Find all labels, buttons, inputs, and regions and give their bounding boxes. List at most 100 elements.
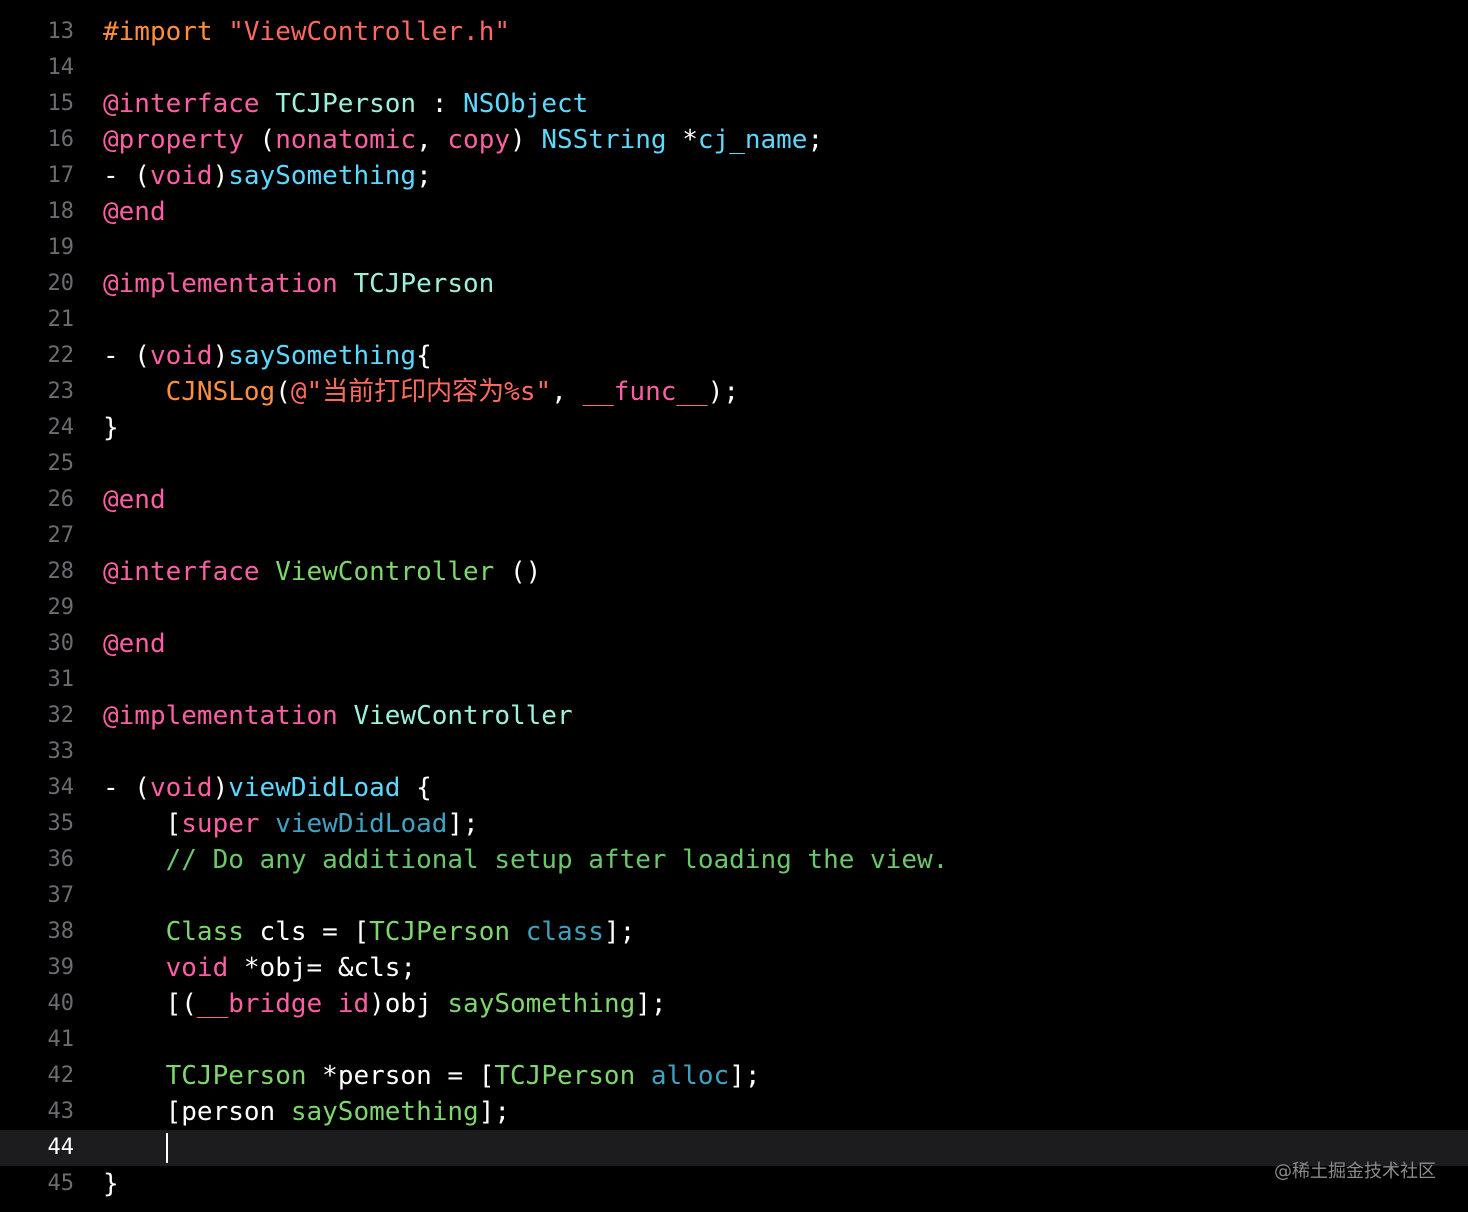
code-token: {	[416, 341, 432, 371]
code-token: );	[707, 377, 739, 407]
code-line[interactable]: 33	[0, 734, 1468, 770]
code-token: CJNSLog	[165, 377, 276, 407]
code-line[interactable]: 28 @interface ViewController ()	[0, 554, 1468, 590]
code-token: ];	[603, 917, 636, 947]
code-token: TCJPerson	[165, 1061, 307, 1091]
code-line[interactable]: 44	[0, 1130, 1468, 1166]
code-token: ViewController	[275, 557, 495, 587]
code-line[interactable]: 35 [super viewDidLoad];	[0, 806, 1468, 842]
code-line[interactable]: 45}	[0, 1166, 1468, 1202]
line-number: 39	[47, 955, 75, 980]
code-token: TCJPerson	[369, 917, 511, 947]
line-number: 15	[47, 91, 75, 116]
code-token: void	[165, 953, 229, 983]
line-number: 18	[47, 199, 75, 224]
code-token: #import	[103, 17, 229, 47]
code-line[interactable]: 26 @end	[0, 482, 1468, 518]
code-token: void	[149, 161, 213, 191]
watermark: @稀土掘金技术社区	[1274, 1161, 1436, 1182]
line-number: 21	[47, 307, 75, 332]
code-token: copy	[447, 125, 511, 155]
code-line[interactable]: 22 - (void)saySomething{	[0, 338, 1468, 374]
code-line[interactable]: 14	[0, 50, 1468, 86]
code-text[interactable]: @interface ViewController ()	[103, 554, 541, 590]
code-token: cls = [	[243, 917, 370, 947]
code-line[interactable]: 40 [(__bridge id)obj saySomething];	[0, 986, 1468, 1022]
code-line[interactable]: 16 @property (nonatomic, copy) NSString *…	[0, 122, 1468, 158]
code-token: (	[275, 377, 291, 407]
line-number: 32	[47, 703, 75, 728]
code-token: ];	[447, 809, 479, 839]
line-number: 40	[47, 991, 75, 1016]
code-token: void	[149, 773, 213, 803]
code-line[interactable]: 39 void *obj= &cls;	[0, 950, 1468, 986]
code-text[interactable]: CJNSLog(@"当前打印内容为%s", __func__);	[103, 374, 739, 410]
code-line[interactable]: 30 @end	[0, 626, 1468, 662]
line-number: 41	[47, 1027, 75, 1052]
code-line[interactable]: 32 @implementation ViewController	[0, 698, 1468, 734]
code-line[interactable]: 34 - (void)viewDidLoad {	[0, 770, 1468, 806]
code-text[interactable]: void *obj= &cls;	[103, 950, 416, 986]
line-number: 16	[47, 127, 75, 152]
code-line[interactable]: 20 @implementation TCJPerson	[0, 266, 1468, 302]
code-text[interactable]: @interface TCJPerson : NSObject	[103, 86, 588, 122]
code-line[interactable]: 18 @end	[0, 194, 1468, 230]
code-text[interactable]: Class cls = [TCJPerson class];	[103, 914, 636, 950]
code-line[interactable]: 21	[0, 302, 1468, 338]
code-token: NSString	[541, 125, 667, 155]
code-text[interactable]: [person saySomething];	[103, 1094, 510, 1130]
line-number: 44	[47, 1135, 75, 1160]
code-text[interactable]: @implementation ViewController	[103, 698, 573, 734]
code-line[interactable]: 42 TCJPerson *person = [TCJPerson alloc]…	[0, 1058, 1468, 1094]
code-text[interactable]: @end	[103, 626, 166, 662]
code-line[interactable]: 25	[0, 446, 1468, 482]
code-line[interactable]: 27	[0, 518, 1468, 554]
code-line[interactable]: 38 Class cls = [TCJPerson class];	[0, 914, 1468, 950]
code-text[interactable]: }	[103, 1166, 119, 1202]
code-editor[interactable]: 13 #import "ViewController.h" 14 15 @interfa…	[0, 0, 1468, 1212]
code-text[interactable]: @property (nonatomic, copy) NSString *cj…	[103, 122, 823, 158]
code-text[interactable]: - (void)saySomething;	[103, 158, 432, 194]
code-token: *	[666, 125, 698, 155]
code-token: @implementation	[103, 701, 354, 731]
code-text[interactable]: // Do any additional setup after loading…	[103, 842, 949, 878]
code-line[interactable]: 23 CJNSLog(@"当前打印内容为%s", __func__);	[0, 374, 1468, 410]
code-line[interactable]: 29	[0, 590, 1468, 626]
code-token: - (	[103, 161, 150, 191]
code-line[interactable]: 37	[0, 878, 1468, 914]
code-token: super	[181, 809, 260, 839]
code-line[interactable]: 43 [person saySomething];	[0, 1094, 1468, 1130]
code-text[interactable]: @end	[103, 194, 166, 230]
line-number: 42	[47, 1063, 75, 1088]
line-number: 24	[47, 415, 75, 440]
code-token: ,	[416, 125, 448, 155]
code-text[interactable]: @end	[103, 482, 166, 518]
code-text[interactable]: TCJPerson *person = [TCJPerson alloc];	[103, 1058, 761, 1094]
code-line[interactable]: 15 @interface TCJPerson : NSObject	[0, 86, 1468, 122]
line-number: 34	[47, 775, 75, 800]
code-text[interactable]: }	[103, 410, 119, 446]
code-token: cj_name	[697, 125, 808, 155]
code-token: )	[212, 161, 229, 191]
code-line[interactable]: 36 // Do any additional setup after load…	[0, 842, 1468, 878]
code-token: id	[337, 989, 370, 1019]
code-line[interactable]: 24}	[0, 410, 1468, 446]
code-text[interactable]: #import "ViewController.h"	[103, 14, 510, 50]
code-token: // Do any additional setup after loading…	[165, 845, 949, 875]
code-text[interactable]: - (void)saySomething{	[103, 338, 432, 374]
code-token: saySomething	[290, 1097, 479, 1127]
code-text[interactable]: @implementation TCJPerson	[103, 266, 494, 302]
code-text[interactable]: [super viewDidLoad];	[103, 806, 479, 842]
code-token: ];	[635, 989, 667, 1019]
code-line[interactable]: 13 #import "ViewController.h"	[0, 14, 1468, 50]
code-text[interactable]: - (void)viewDidLoad {	[103, 770, 432, 806]
code-line[interactable]: 17 - (void)saySomething;	[0, 158, 1468, 194]
code-text[interactable]: [(__bridge id)obj saySomething];	[103, 986, 667, 1022]
code-token: NSObject	[463, 89, 589, 119]
code-line[interactable]: 19	[0, 230, 1468, 266]
code-line[interactable]: 41	[0, 1022, 1468, 1058]
code-line[interactable]: 31	[0, 662, 1468, 698]
code-token: @interface	[103, 557, 276, 587]
